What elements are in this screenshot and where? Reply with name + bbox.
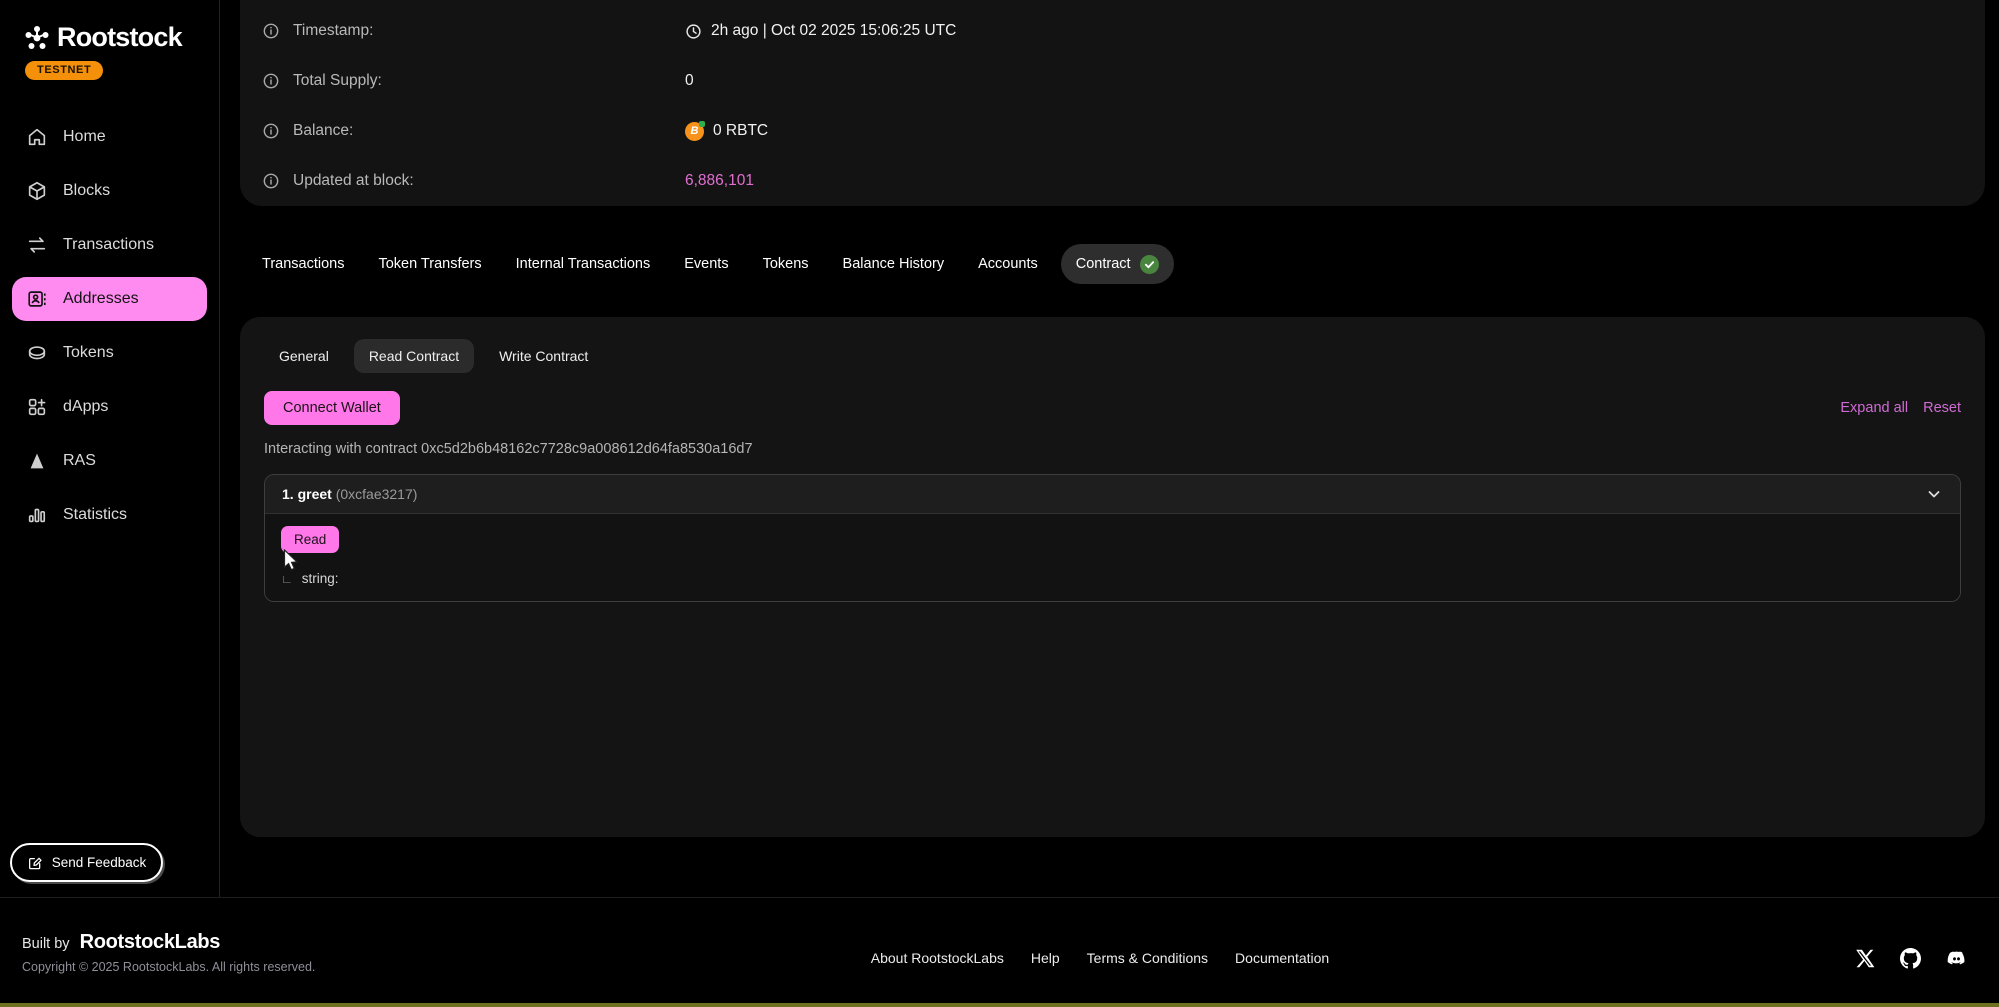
rootstock-logo-icon (24, 25, 50, 51)
info-icon (262, 122, 280, 140)
sidebar-nav: Home Blocks Transactions Addresses Token… (0, 105, 219, 547)
footer-link-documentation[interactable]: Documentation (1235, 950, 1329, 966)
footer: Built by RootstockLabs Copyright © 2025 … (0, 897, 1999, 1007)
connect-wallet-button[interactable]: Connect Wallet (264, 391, 400, 425)
method-output-row: ∟ string: (281, 571, 1944, 586)
info-label-text: Total Supply: (293, 72, 382, 90)
built-by-label: Built by (22, 936, 70, 952)
tab-transactions[interactable]: Transactions (245, 244, 361, 284)
verified-check-icon (1140, 255, 1159, 274)
subtab-write-contract[interactable]: Write Contract (484, 339, 603, 373)
info-row-total-supply: Total Supply: 0 (262, 56, 1985, 106)
clock-icon (685, 23, 702, 40)
footer-link-about[interactable]: About RootstockLabs (871, 950, 1004, 966)
home-icon (26, 126, 48, 148)
info-row-balance: Balance: B 0 RBTC (262, 106, 1985, 156)
blocks-icon (26, 180, 48, 202)
tab-accounts[interactable]: Accounts (961, 244, 1055, 284)
sidebar-item-dapps[interactable]: dApps (12, 385, 207, 429)
read-button[interactable]: Read (281, 526, 339, 553)
sidebar-item-blocks[interactable]: Blocks (12, 169, 207, 213)
chevron-down-icon (1926, 486, 1942, 502)
footer-links: About RootstockLabs Help Terms & Conditi… (871, 950, 1329, 966)
tab-token-transfers[interactable]: Token Transfers (361, 244, 498, 284)
subtab-read-contract[interactable]: Read Contract (354, 339, 474, 373)
read-contract-toolbar: Connect Wallet Expand all Reset (264, 391, 1961, 425)
transactions-icon (26, 234, 48, 256)
method-name: 1. greet (282, 486, 332, 502)
footer-brand: Built by RootstockLabs Copyright © 2025 … (22, 931, 315, 974)
ras-icon (26, 450, 48, 472)
method-accordion-header[interactable]: 1. greet (0xcfae3217) (265, 475, 1960, 514)
info-row-timestamp: Timestamp: 2h ago | Oct 02 2025 15:06:25… (262, 6, 1985, 56)
contract-subtabs: General Read Contract Write Contract (264, 339, 1961, 373)
sidebar-item-label: Blocks (63, 182, 110, 200)
sidebar-item-label: Home (63, 128, 106, 146)
sidebar-item-home[interactable]: Home (12, 115, 207, 159)
discord-icon[interactable] (1946, 948, 1967, 969)
method-accordion: 1. greet (0xcfae3217) Read ∟ string: (264, 474, 1961, 602)
testnet-badge: TESTNET (25, 61, 103, 80)
tab-contract-label: Contract (1076, 256, 1131, 272)
info-label-text: Timestamp: (293, 22, 373, 40)
sidebar-item-label: Addresses (63, 290, 139, 308)
block-number-link[interactable]: 6,886,101 (685, 172, 754, 190)
sidebar-item-statistics[interactable]: Statistics (12, 493, 207, 537)
x-twitter-icon[interactable] (1854, 948, 1875, 969)
github-icon[interactable] (1900, 948, 1921, 969)
info-icon (262, 72, 280, 90)
copyright-text: Copyright © 2025 RootstockLabs. All righ… (22, 960, 315, 974)
timestamp-value: 2h ago | Oct 02 2025 15:06:25 UTC (711, 22, 956, 40)
info-icon (262, 22, 280, 40)
address-tabs: Transactions Token Transfers Internal Tr… (245, 244, 1999, 284)
output-corner-glyph: ∟ (281, 572, 293, 586)
feedback-icon (27, 855, 43, 871)
tab-contract[interactable]: Contract (1061, 244, 1174, 284)
dapps-icon (26, 396, 48, 418)
expand-all-link[interactable]: Expand all (1840, 400, 1908, 416)
sidebar-item-label: Transactions (63, 236, 154, 254)
tab-internal-transactions[interactable]: Internal Transactions (499, 244, 668, 284)
info-row-updated-block: Updated at block: 6,886,101 (262, 156, 1985, 206)
info-label-text: Balance: (293, 122, 353, 140)
send-feedback-label: Send Feedback (52, 855, 147, 870)
rbtc-coin-icon: B (685, 122, 704, 141)
tab-balance-history[interactable]: Balance History (826, 244, 962, 284)
footer-link-help[interactable]: Help (1031, 950, 1060, 966)
main-content: Timestamp: 2h ago | Oct 02 2025 15:06:25… (220, 0, 1999, 837)
brand-logo[interactable]: Rootstock TESTNET (0, 0, 219, 80)
output-type-label: string: (302, 571, 339, 586)
method-accordion-body: Read ∟ string: (265, 514, 1960, 601)
sidebar-item-ras[interactable]: RAS (12, 439, 207, 483)
reset-link[interactable]: Reset (1923, 400, 1961, 416)
send-feedback-button[interactable]: Send Feedback (10, 843, 163, 882)
sidebar-item-label: dApps (63, 398, 108, 416)
footer-link-terms[interactable]: Terms & Conditions (1087, 950, 1208, 966)
subtab-general[interactable]: General (264, 339, 344, 373)
sidebar: Rootstock TESTNET Home Blocks Transactio… (0, 0, 220, 897)
tab-tokens[interactable]: Tokens (746, 244, 826, 284)
contract-panel: General Read Contract Write Contract Con… (240, 317, 1985, 837)
method-selector: (0xcfae3217) (336, 486, 418, 502)
tab-events[interactable]: Events (667, 244, 745, 284)
sidebar-item-addresses[interactable]: Addresses (12, 277, 207, 321)
statistics-icon (26, 504, 48, 526)
info-icon (262, 172, 280, 190)
total-supply-value: 0 (685, 72, 694, 90)
tokens-icon (26, 342, 48, 364)
sidebar-item-label: RAS (63, 452, 96, 470)
info-label-text: Updated at block: (293, 172, 414, 190)
brand-name: Rootstock (57, 22, 182, 53)
interacting-contract-text: Interacting with contract 0xc5d2b6b48162… (264, 441, 1961, 457)
addresses-icon (26, 288, 48, 310)
footer-socials (1854, 948, 1967, 969)
address-info-card: Timestamp: 2h ago | Oct 02 2025 15:06:25… (240, 0, 1985, 206)
sidebar-item-transactions[interactable]: Transactions (12, 223, 207, 267)
rootstocklabs-wordmark[interactable]: RootstockLabs (80, 931, 221, 954)
sidebar-item-label: Statistics (63, 506, 127, 524)
balance-value: 0 RBTC (713, 122, 768, 140)
sidebar-item-label: Tokens (63, 344, 114, 362)
sidebar-item-tokens[interactable]: Tokens (12, 331, 207, 375)
